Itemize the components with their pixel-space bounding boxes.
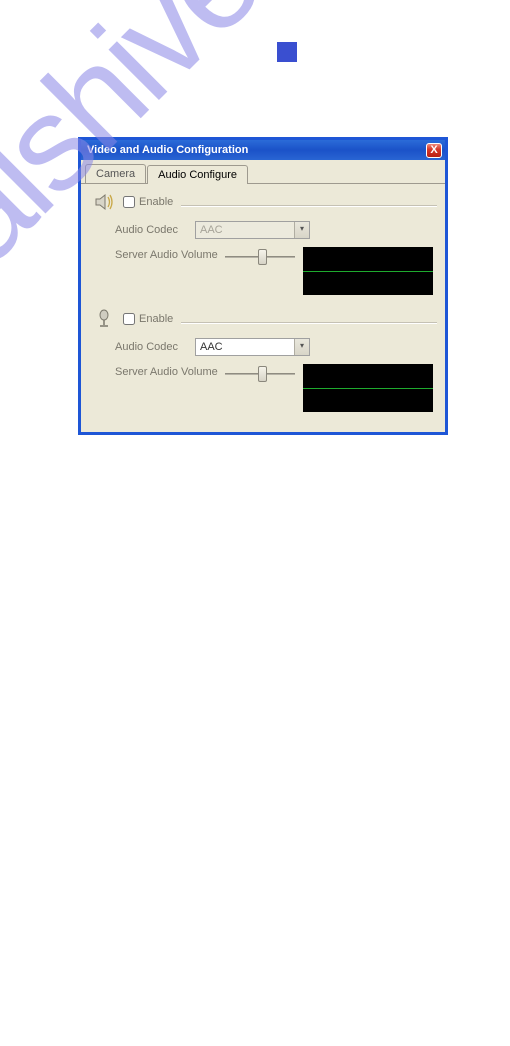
close-button[interactable]: X bbox=[426, 143, 442, 158]
speaker-enable-checkbox[interactable] bbox=[123, 196, 135, 208]
mic-codec-label: Audio Codec bbox=[115, 341, 195, 353]
mic-enable-checkbox[interactable] bbox=[123, 313, 135, 325]
speaker-waveform-display bbox=[303, 247, 433, 295]
tab-camera[interactable]: Camera bbox=[85, 164, 146, 183]
separator-line bbox=[181, 322, 437, 323]
speaker-volume-slider[interactable] bbox=[225, 247, 295, 267]
speaker-icon bbox=[93, 191, 119, 213]
microphone-icon bbox=[93, 308, 119, 330]
mic-waveform-display bbox=[303, 364, 433, 412]
mic-volume-row: Server Audio Volume bbox=[89, 364, 437, 412]
mic-enable-row: Enable bbox=[89, 305, 437, 332]
video-audio-config-dialog: Video and Audio Configuration X Camera A… bbox=[78, 137, 448, 435]
speaker-codec-combo[interactable]: AAC ▾ bbox=[195, 221, 310, 239]
mic-codec-row: Audio Codec AAC ▾ bbox=[89, 332, 437, 364]
audio-configure-panel: Enable Audio Codec AAC ▾ Server Audio Vo… bbox=[81, 184, 445, 432]
mic-section: Enable Audio Codec AAC ▾ Server Audio Vo… bbox=[89, 305, 437, 412]
mic-enable-label: Enable bbox=[139, 313, 173, 325]
dialog-title: Video and Audio Configuration bbox=[87, 144, 248, 156]
tab-audio-configure[interactable]: Audio Configure bbox=[147, 165, 248, 184]
speaker-codec-value: AAC bbox=[200, 224, 223, 236]
speaker-enable-label: Enable bbox=[139, 196, 173, 208]
mic-codec-combo[interactable]: AAC ▾ bbox=[195, 338, 310, 356]
mic-volume-slider[interactable] bbox=[225, 364, 295, 384]
speaker-volume-label: Server Audio Volume bbox=[115, 247, 225, 261]
chevron-down-icon: ▾ bbox=[294, 222, 309, 238]
speaker-codec-label: Audio Codec bbox=[115, 224, 195, 236]
chevron-down-icon: ▾ bbox=[294, 339, 309, 355]
mic-volume-label: Server Audio Volume bbox=[115, 364, 225, 378]
page-indicator-square bbox=[277, 42, 297, 62]
speaker-codec-row: Audio Codec AAC ▾ bbox=[89, 215, 437, 247]
speaker-volume-row: Server Audio Volume bbox=[89, 247, 437, 295]
mic-codec-value: AAC bbox=[200, 341, 223, 353]
dialog-titlebar[interactable]: Video and Audio Configuration X bbox=[81, 140, 445, 160]
separator-line bbox=[181, 205, 437, 206]
speaker-section: Enable Audio Codec AAC ▾ Server Audio Vo… bbox=[89, 188, 437, 295]
tab-strip: Camera Audio Configure bbox=[81, 160, 445, 184]
speaker-enable-row: Enable bbox=[89, 188, 437, 215]
